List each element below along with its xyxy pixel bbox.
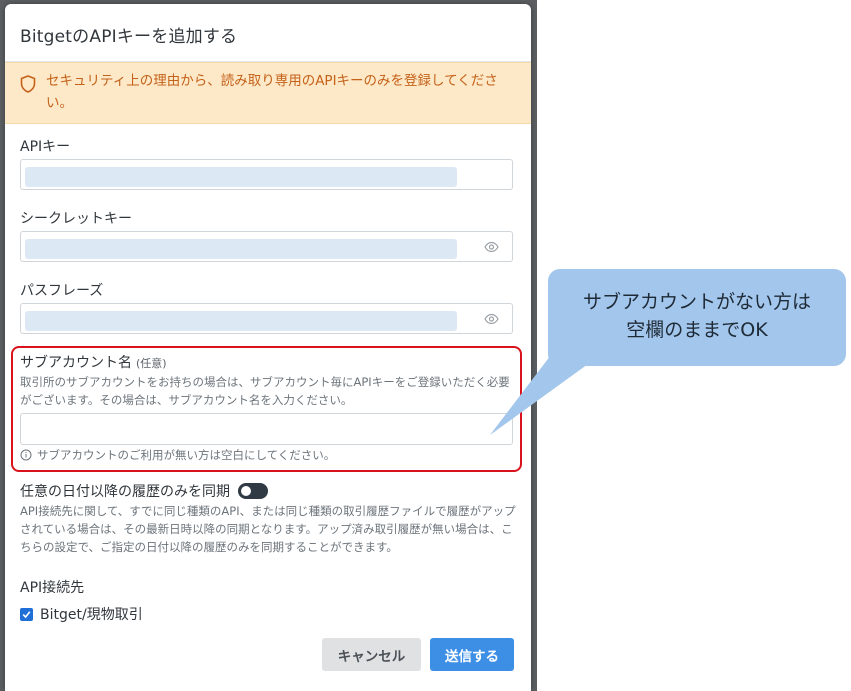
subaccount-input[interactable]	[20, 413, 513, 445]
toggle-knob	[241, 486, 251, 496]
checkbox[interactable]	[20, 607, 33, 621]
shield-icon	[20, 75, 36, 93]
secret-key-input[interactable]	[20, 231, 513, 262]
sync-help: API接続先に関して、すでに同じ種類のAPI、または同じ種類の取引履歴ファイルで…	[20, 504, 516, 554]
secret-key-label: シークレットキー	[20, 211, 132, 227]
cancel-button[interactable]: キャンセル	[322, 638, 421, 671]
optional-tag: (任意)	[136, 357, 167, 370]
passphrase-label: パスフレーズ	[20, 283, 104, 299]
masked-value	[25, 167, 457, 187]
subaccount-note: サブアカウントのご利用が無い方は空白にしてください。	[20, 447, 335, 463]
sync-label: 任意の日付以降の履歴のみを同期	[20, 484, 230, 500]
api-target-option[interactable]: Bitget/現物取引	[20, 604, 143, 624]
callout-line-1: サブアカウントがない方は	[582, 291, 811, 313]
info-icon	[20, 449, 32, 461]
subaccount-label: サブアカウント名 (任意)	[20, 352, 167, 372]
passphrase-input[interactable]	[20, 303, 513, 334]
annotation-callout: サブアカウントがない方は 空欄のままでOK	[548, 269, 846, 366]
callout-text: サブアカウントがない方は 空欄のままでOK	[548, 288, 846, 344]
masked-value	[25, 311, 457, 331]
security-alert: セキュリティ上の理由から、読み取り専用のAPIキーのみを登録してください。	[5, 62, 531, 124]
subaccount-note-text: サブアカウントのご利用が無い方は空白にしてください。	[37, 448, 336, 462]
eye-icon[interactable]	[484, 313, 499, 325]
api-key-label: APIキー	[20, 139, 71, 155]
api-target-option-label: Bitget/現物取引	[40, 607, 143, 623]
subaccount-label-text: サブアカウント名	[20, 355, 132, 371]
api-target-label: API接続先	[20, 580, 85, 596]
check-icon	[22, 610, 31, 618]
eye-icon[interactable]	[484, 241, 499, 253]
sync-row: 任意の日付以降の履歴のみを同期	[20, 481, 268, 501]
dialog-title: BitgetのAPIキーを追加する	[20, 27, 238, 47]
add-api-key-dialog: BitgetのAPIキーを追加する セキュリティ上の理由から、読み取り専用のAP…	[5, 4, 531, 691]
submit-button[interactable]: 送信する	[430, 638, 514, 671]
callout-line-2: 空欄のままでOK	[626, 319, 768, 341]
subaccount-help: 取引所のサブアカウントをお持ちの場合は、サブアカウント毎にAPIキーをご登録いた…	[20, 375, 510, 407]
alert-text: セキュリティ上の理由から、読み取り専用のAPIキーのみを登録してください。	[46, 73, 498, 111]
api-key-input[interactable]	[20, 159, 513, 190]
masked-value	[25, 239, 457, 259]
sync-toggle[interactable]	[238, 483, 268, 499]
